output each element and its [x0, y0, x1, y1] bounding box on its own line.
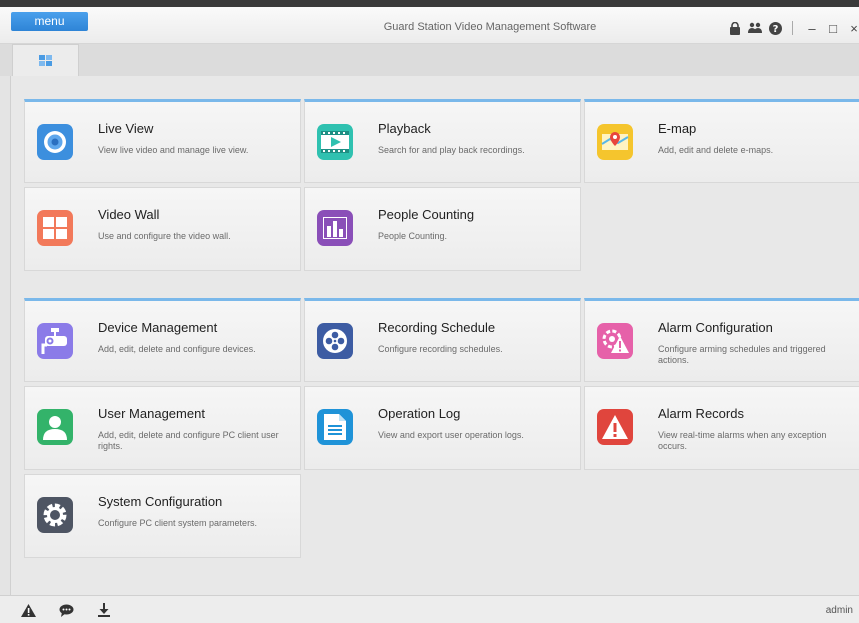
module-user-management[interactable]: User Management Add, edit, delete and co…: [24, 386, 301, 470]
top-strip: [0, 0, 859, 7]
app-title: Guard Station Video Management Software: [383, 21, 597, 33]
module-desc: People Counting.: [378, 231, 448, 241]
e-map-icon: [597, 124, 633, 160]
alarm-records-icon: [597, 409, 633, 445]
close-button[interactable]: ×: [845, 19, 859, 37]
maximize-button[interactable]: □: [824, 19, 842, 37]
module-desc: Add, edit, delete and configure PC clien…: [98, 430, 279, 451]
module-playback[interactable]: Playback Search for and play back record…: [304, 99, 581, 183]
svg-text:?: ?: [772, 24, 778, 35]
system-configuration-icon: [37, 497, 73, 533]
device-management-icon: [37, 323, 73, 359]
menu-button[interactable]: menu: [11, 12, 88, 31]
title-bar: menu Guard Station Video Management Soft…: [0, 7, 859, 44]
module-desc: View and export user operation logs.: [378, 430, 524, 440]
title-bar-separator: [792, 21, 793, 35]
module-alarm-configuration[interactable]: Alarm Configuration Configure arming sch…: [584, 298, 859, 382]
playback-icon: [317, 124, 353, 160]
user-management-icon: [37, 409, 73, 445]
module-alarm-records[interactable]: Alarm Records View real-time alarms when…: [584, 386, 859, 470]
tab-bar: [0, 44, 859, 76]
module-title: E-map: [658, 121, 697, 136]
message-icon[interactable]: [58, 602, 74, 618]
users-icon[interactable]: [746, 19, 764, 37]
module-title: Operation Log: [378, 406, 461, 421]
download-icon[interactable]: [96, 602, 112, 618]
operation-log-icon: [317, 409, 353, 445]
people-counting-icon: [317, 210, 353, 246]
module-title: Playback: [378, 121, 431, 136]
module-device-management[interactable]: Device Management Add, edit, delete and …: [24, 298, 301, 382]
home-content: Live View View live video and manage liv…: [10, 76, 859, 595]
module-system-configuration[interactable]: System Configuration Configure PC client…: [24, 474, 301, 558]
module-people-counting[interactable]: People Counting People Counting.: [304, 187, 581, 271]
module-desc: View live video and manage live view.: [98, 145, 249, 155]
current-user: admin: [825, 605, 853, 616]
module-operation-log[interactable]: Operation Log View and export user opera…: [304, 386, 581, 470]
minimize-button[interactable]: –: [803, 19, 821, 37]
module-title: Alarm Configuration: [658, 320, 773, 335]
module-title: User Management: [98, 406, 205, 421]
module-title: Video Wall: [98, 207, 160, 222]
module-title: Recording Schedule: [378, 320, 496, 335]
lock-icon[interactable]: [726, 19, 744, 37]
module-desc: Search for and play back recordings.: [378, 145, 525, 155]
module-desc: Configure arming schedules and triggered…: [658, 344, 826, 365]
module-desc: Add, edit and delete e-maps.: [658, 145, 774, 155]
module-title: Device Management: [98, 320, 218, 335]
module-desc: View real-time alarms when any exception…: [658, 430, 827, 451]
alarm-icon[interactable]: [20, 602, 36, 618]
module-title: Alarm Records: [658, 406, 744, 421]
alarm-configuration-icon: [597, 323, 633, 359]
module-desc: Configure recording schedules.: [378, 344, 503, 354]
module-title: People Counting: [378, 207, 475, 222]
module-desc: Use and configure the video wall.: [98, 231, 231, 241]
module-video-wall[interactable]: Video Wall Use and configure the video w…: [24, 187, 301, 271]
module-e-map[interactable]: E-map Add, edit and delete e-maps.: [584, 99, 859, 183]
tab-home[interactable]: [12, 44, 79, 76]
title-bar-controls: ? – □ ×: [726, 18, 859, 38]
module-desc: Add, edit, delete and configure devices.: [98, 344, 256, 354]
module-recording-schedule[interactable]: Recording Schedule Configure recording s…: [304, 298, 581, 382]
live-view-icon: [37, 124, 73, 160]
status-bar: admin: [0, 595, 859, 623]
help-icon[interactable]: ?: [766, 19, 784, 37]
module-title: Live View: [98, 121, 154, 136]
module-live-view[interactable]: Live View View live video and manage liv…: [24, 99, 301, 183]
video-wall-icon: [37, 210, 73, 246]
home-grid-icon: [39, 55, 52, 66]
module-desc: Configure PC client system parameters.: [98, 518, 258, 528]
module-title: System Configuration: [98, 494, 223, 509]
recording-schedule-icon: [317, 323, 353, 359]
